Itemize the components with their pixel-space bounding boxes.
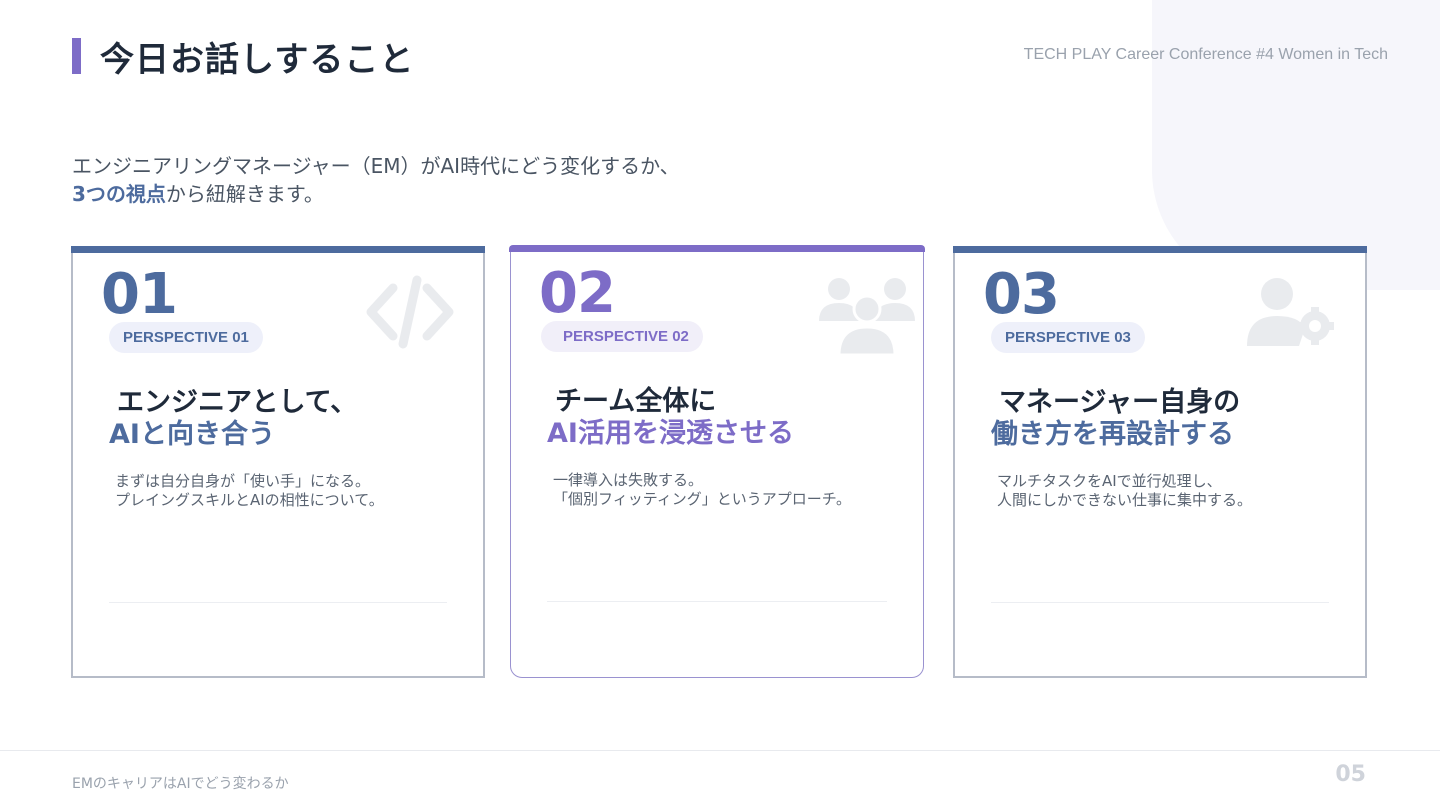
intro-highlight: 3つの視点: [72, 182, 166, 206]
card-number: 01: [101, 262, 178, 327]
card-heading-line-2: 働き方を再設計する: [991, 419, 1234, 450]
card-heading-line-2: AI活用を浸透させる: [547, 418, 794, 449]
card-description: まずは自分自身が「使い手」になる。 プレイングスキルとAIの相性について。: [115, 472, 384, 510]
footer-text: EMのキャリアはAIでどう変わるか: [72, 776, 289, 792]
card-number: 02: [539, 261, 616, 326]
card-description-line-1: まずは自分自身が「使い手」になる。: [115, 472, 371, 490]
card-divider: [547, 601, 887, 602]
card-divider: [109, 602, 447, 603]
card-top-bar: [509, 245, 925, 252]
card-description-line-2: 「個別フィッティング」というアプローチ。: [553, 490, 852, 508]
card-top-bar: [953, 246, 1367, 253]
page-title: 今日お話しすること: [100, 40, 415, 80]
event-name: TECH PLAY Career Conference #4 Women in …: [1023, 46, 1388, 63]
code-icon: [366, 275, 454, 349]
card-description-line-2: プレイングスキルとAIの相性について。: [115, 491, 384, 509]
intro-line-1: エンジニアリングマネージャー（EM）がAI時代にどう変化するか、: [72, 154, 680, 178]
users-icon: [819, 278, 915, 357]
perspective-card-1: 01 PERSPECTIVE 01 エンジニアとして、 AIと向き合う まずは自…: [71, 246, 485, 678]
card-description: マルチタスクをAIで並行処理し、 人間にしかできない仕事に集中する。: [997, 472, 1252, 510]
user-gear-icon: [1247, 278, 1334, 346]
intro-line-2: 3つの視点から紐解きます。: [72, 180, 680, 208]
perspective-badge: PERSPECTIVE 01: [109, 322, 263, 353]
card-divider: [991, 602, 1329, 603]
perspective-badge: PERSPECTIVE 02: [541, 321, 703, 352]
title-accent-bar: [72, 38, 81, 74]
perspective-badge: PERSPECTIVE 03: [991, 322, 1145, 353]
perspective-card-2: 02 PERSPECTIVE 02 チーム全体に AI活用を浸透させる 一律導入…: [509, 245, 925, 678]
intro-text: エンジニアリングマネージャー（EM）がAI時代にどう変化するか、 3つの視点から…: [72, 152, 680, 208]
card-description-line-1: マルチタスクをAIで並行処理し、: [997, 472, 1222, 490]
footer-divider: [0, 750, 1440, 751]
card-description: 一律導入は失敗する。 「個別フィッティング」というアプローチ。: [553, 471, 851, 509]
card-top-bar: [71, 246, 485, 253]
card-description-line-1: 一律導入は失敗する。: [553, 471, 704, 489]
card-number: 03: [983, 262, 1060, 327]
card-heading-line-2: AIと向き合う: [109, 419, 275, 450]
card-description-line-2: 人間にしかできない仕事に集中する。: [997, 491, 1253, 509]
page-number: 05: [1335, 762, 1366, 787]
perspective-card-3: 03 PERSPECTIVE 03 マネージャー自身の 働き方を再設計する マル…: [953, 246, 1367, 678]
intro-line-2-rest: から紐解きます。: [165, 182, 324, 206]
